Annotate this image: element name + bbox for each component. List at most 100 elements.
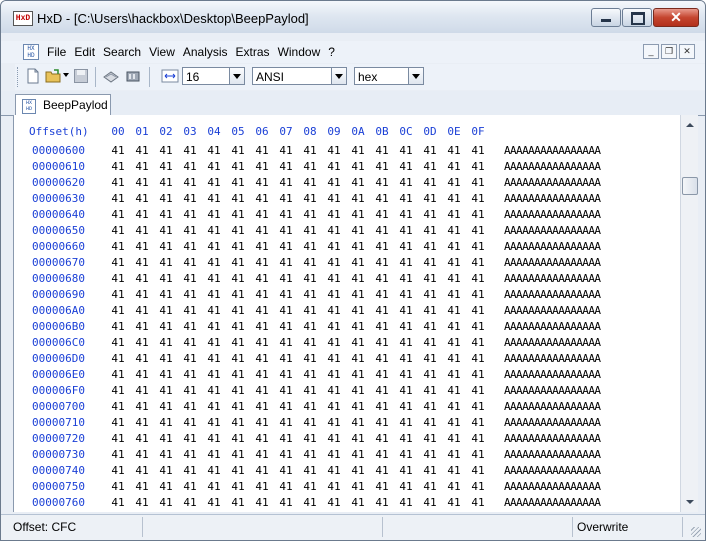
hex-byte[interactable]: 41 xyxy=(444,240,464,253)
hex-byte[interactable]: 41 xyxy=(180,400,200,413)
hex-byte[interactable]: 41 xyxy=(180,336,200,349)
open-ram-icon[interactable] xyxy=(125,68,141,84)
hex-byte[interactable]: 41 xyxy=(300,464,320,477)
hex-byte[interactable]: 41 xyxy=(156,144,176,157)
hex-byte[interactable]: 41 xyxy=(228,272,248,285)
hex-byte[interactable]: 41 xyxy=(156,224,176,237)
hex-byte[interactable]: 41 xyxy=(300,320,320,333)
hex-byte[interactable]: 41 xyxy=(300,304,320,317)
hex-byte[interactable]: 41 xyxy=(252,400,272,413)
hex-byte[interactable]: 41 xyxy=(156,400,176,413)
hex-byte[interactable]: 41 xyxy=(180,368,200,381)
hex-byte[interactable]: 41 xyxy=(324,160,344,173)
hex-byte[interactable]: 41 xyxy=(372,336,392,349)
hex-byte[interactable]: 41 xyxy=(348,304,368,317)
hex-byte[interactable]: 41 xyxy=(228,400,248,413)
hex-byte[interactable]: 41 xyxy=(420,352,440,365)
hex-byte[interactable]: 41 xyxy=(204,288,224,301)
open-folder-icon[interactable] xyxy=(45,68,61,84)
hex-byte[interactable]: 41 xyxy=(252,448,272,461)
minimize-button[interactable] xyxy=(591,8,621,27)
hex-byte[interactable]: 41 xyxy=(108,448,128,461)
hex-byte[interactable]: 41 xyxy=(444,368,464,381)
hex-byte[interactable]: 41 xyxy=(276,224,296,237)
hex-byte[interactable]: 41 xyxy=(396,432,416,445)
hex-byte[interactable]: 41 xyxy=(348,176,368,189)
hex-byte[interactable]: 41 xyxy=(420,400,440,413)
hex-byte[interactable]: 41 xyxy=(396,400,416,413)
hex-byte[interactable]: 41 xyxy=(348,256,368,269)
hex-byte[interactable]: 41 xyxy=(444,256,464,269)
hex-byte[interactable]: 41 xyxy=(108,464,128,477)
hex-byte[interactable]: 41 xyxy=(108,336,128,349)
hex-byte[interactable]: 41 xyxy=(372,288,392,301)
hex-byte[interactable]: 41 xyxy=(324,464,344,477)
hex-byte[interactable]: 41 xyxy=(252,272,272,285)
hex-byte[interactable]: 41 xyxy=(372,416,392,429)
hex-byte[interactable]: 41 xyxy=(132,224,152,237)
ascii-text[interactable]: AAAAAAAAAAAAAAAA xyxy=(504,464,601,477)
ascii-text[interactable]: AAAAAAAAAAAAAAAA xyxy=(504,304,601,317)
hex-byte[interactable]: 41 xyxy=(204,240,224,253)
hex-byte[interactable]: 41 xyxy=(444,480,464,493)
scrollbar-thumb[interactable] xyxy=(682,177,698,195)
hex-byte[interactable]: 41 xyxy=(324,384,344,397)
hex-byte[interactable]: 41 xyxy=(108,432,128,445)
ascii-text[interactable]: AAAAAAAAAAAAAAAA xyxy=(504,336,601,349)
hex-byte[interactable]: 41 xyxy=(204,400,224,413)
hex-byte[interactable]: 41 xyxy=(300,336,320,349)
hex-byte[interactable]: 41 xyxy=(156,272,176,285)
hex-byte[interactable]: 41 xyxy=(468,304,488,317)
hex-byte[interactable]: 41 xyxy=(132,288,152,301)
hex-byte[interactable]: 41 xyxy=(372,208,392,221)
ascii-text[interactable]: AAAAAAAAAAAAAAAA xyxy=(504,480,601,493)
hex-byte[interactable]: 41 xyxy=(108,384,128,397)
hex-byte[interactable]: 41 xyxy=(228,432,248,445)
ascii-text[interactable]: AAAAAAAAAAAAAAAA xyxy=(504,272,601,285)
menu-item[interactable]: Edit xyxy=(70,44,99,60)
hex-byte[interactable]: 41 xyxy=(108,320,128,333)
hex-byte[interactable]: 41 xyxy=(324,496,344,509)
hex-byte[interactable]: 41 xyxy=(372,304,392,317)
ascii-text[interactable]: AAAAAAAAAAAAAAAA xyxy=(504,192,601,205)
hex-byte[interactable]: 41 xyxy=(324,240,344,253)
hex-byte[interactable]: 41 xyxy=(348,416,368,429)
hex-byte[interactable]: 41 xyxy=(132,256,152,269)
hex-byte[interactable]: 41 xyxy=(276,192,296,205)
hex-byte[interactable]: 41 xyxy=(204,464,224,477)
hex-byte[interactable]: 41 xyxy=(180,384,200,397)
hex-byte[interactable]: 41 xyxy=(300,176,320,189)
ascii-text[interactable]: AAAAAAAAAAAAAAAA xyxy=(504,400,601,413)
hex-byte[interactable]: 41 xyxy=(396,144,416,157)
hex-byte[interactable]: 41 xyxy=(324,176,344,189)
hex-byte[interactable]: 41 xyxy=(468,160,488,173)
hex-byte[interactable]: 41 xyxy=(300,368,320,381)
hex-byte[interactable]: 41 xyxy=(132,336,152,349)
hex-byte[interactable]: 41 xyxy=(420,144,440,157)
hex-byte[interactable]: 41 xyxy=(300,480,320,493)
hex-byte[interactable]: 41 xyxy=(252,352,272,365)
hex-byte[interactable]: 41 xyxy=(300,352,320,365)
hex-byte[interactable]: 41 xyxy=(420,480,440,493)
hex-byte[interactable]: 41 xyxy=(348,400,368,413)
hex-byte[interactable]: 41 xyxy=(180,208,200,221)
hex-byte[interactable]: 41 xyxy=(300,288,320,301)
hex-byte[interactable]: 41 xyxy=(276,352,296,365)
hex-byte[interactable]: 41 xyxy=(204,208,224,221)
hex-byte[interactable]: 41 xyxy=(372,352,392,365)
hex-byte[interactable]: 41 xyxy=(276,400,296,413)
hex-byte[interactable]: 41 xyxy=(468,240,488,253)
menu-item[interactable]: ? xyxy=(324,44,339,60)
hex-byte[interactable]: 41 xyxy=(444,336,464,349)
hex-byte[interactable]: 41 xyxy=(228,288,248,301)
hex-byte[interactable]: 41 xyxy=(252,304,272,317)
hex-byte[interactable]: 41 xyxy=(108,400,128,413)
hex-byte[interactable]: 41 xyxy=(468,480,488,493)
hex-byte[interactable]: 41 xyxy=(132,416,152,429)
hex-byte[interactable]: 41 xyxy=(132,368,152,381)
hex-byte[interactable]: 41 xyxy=(348,352,368,365)
menu-item[interactable]: View xyxy=(145,44,179,60)
hex-byte[interactable]: 41 xyxy=(252,384,272,397)
ascii-text[interactable]: AAAAAAAAAAAAAAAA xyxy=(504,288,601,301)
hex-byte[interactable]: 41 xyxy=(132,272,152,285)
